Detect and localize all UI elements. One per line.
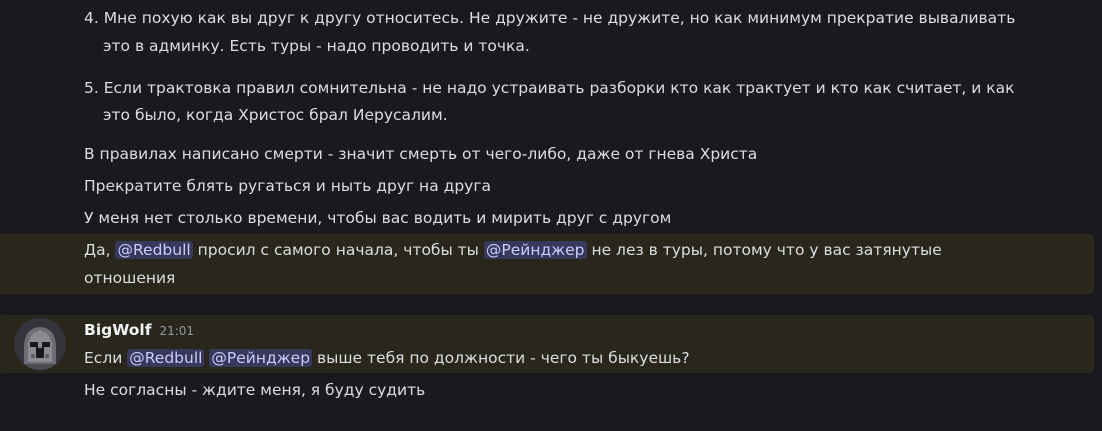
text-part: Да, [84,241,116,259]
message-text: Не согласны - ждите меня, я буду судить [84,381,426,399]
message-text: Прекратите блять ругаться и ныть друг на… [84,177,491,195]
list-number: 4. [84,9,99,27]
user-mention-ranger[interactable]: @Рейнджер [209,349,313,367]
message-text: Если трактовка правил сомнительна - не н… [103,79,1015,97]
user-avatar[interactable] [14,318,66,370]
text-part: выше тебя по должности - чего ты быкуешь… [312,349,690,367]
text-part: просил с самого начала, чтобы ты [192,241,484,259]
message-header: BigWolf 21:01 [84,318,194,342]
list-item-4: 4. Мне похую как вы друг к другу относит… [84,6,1015,30]
list-item-5-continued: это было, когда Христос брал Иерусалим. [103,106,448,124]
message-text: Да, @Redbull просил с самого начала, что… [84,238,942,262]
message-text: В правилах написано смерти - значит смер… [84,145,758,163]
message-text-continued: отношения [84,269,176,287]
chat-area: 4. Мне похую как вы друг к другу относит… [0,0,1102,431]
message-text: У меня нет столько времени, чтобы вас во… [84,209,672,227]
helmet-icon [14,318,66,370]
user-mention-ranger[interactable]: @Рейнджер [483,241,587,259]
username[interactable]: BigWolf [84,318,151,342]
message-text: Если @Redbull @Рейнджер выше тебя по дол… [84,346,690,370]
user-mention-redbull[interactable]: @Redbull [127,349,205,367]
text-part: не лез в туры, потому что у вас затянуты… [586,241,942,259]
timestamp[interactable]: 21:01 [159,324,194,338]
list-item-4-continued: это в админку. Есть туры - надо проводит… [103,37,530,55]
text-part: Если [84,349,128,367]
message-text: Мне похую как вы друг к другу относитесь… [103,9,1016,27]
user-mention-redbull[interactable]: @Redbull [115,241,193,259]
list-item-5: 5. Если трактовка правил сомнительна - н… [84,76,1015,100]
list-number: 5. [84,79,99,97]
